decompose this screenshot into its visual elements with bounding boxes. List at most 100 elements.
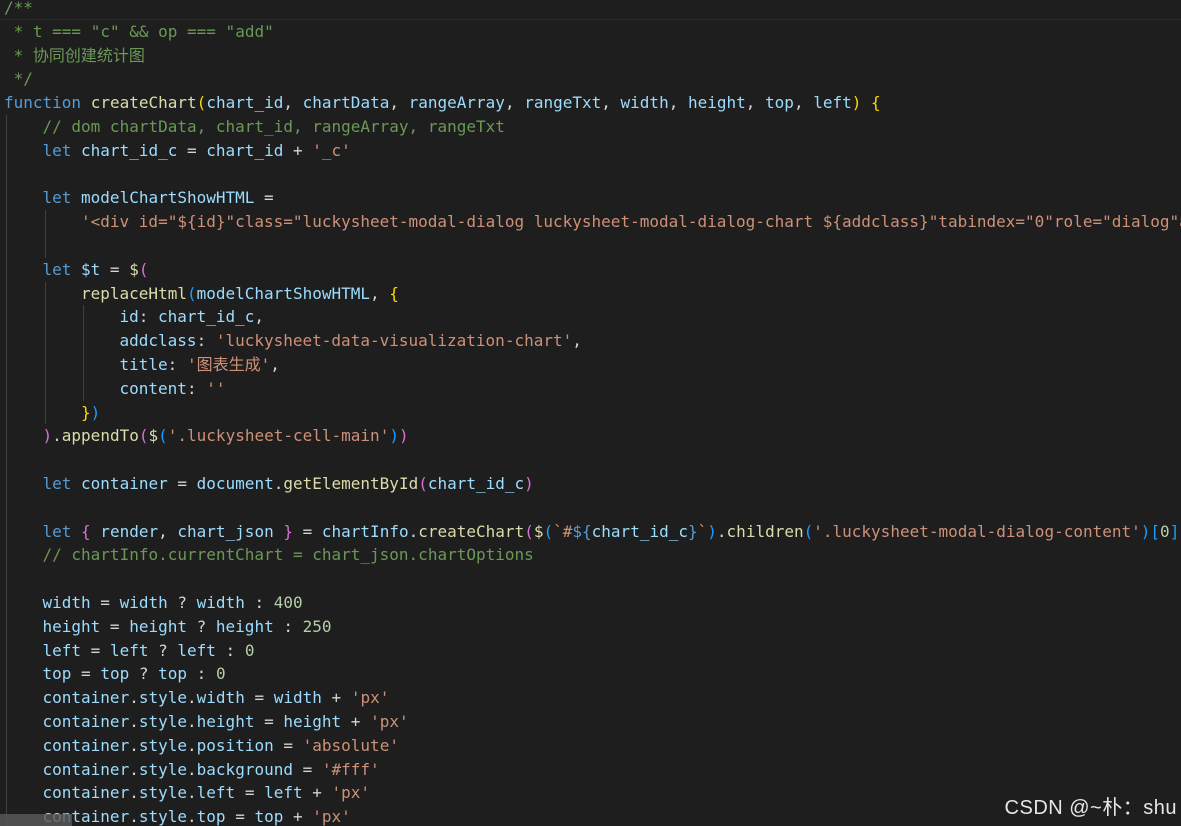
code-token: replaceHtml bbox=[81, 283, 187, 303]
code-token: : bbox=[187, 664, 216, 684]
code-token: = bbox=[177, 140, 207, 160]
code-token: '_c' bbox=[312, 140, 351, 160]
code-token: height bbox=[687, 93, 746, 113]
code-token: style bbox=[138, 688, 188, 708]
code-line: let { render, chart_json } = chartInfo.c… bbox=[43, 520, 1181, 544]
code-line: */ bbox=[4, 67, 33, 91]
code-token: chartData bbox=[302, 93, 390, 113]
code-line: ).appendTo($('.luckysheet-cell-main')) bbox=[43, 424, 409, 448]
code-token: . bbox=[408, 521, 419, 541]
code-line: let container = document.getElementById(… bbox=[43, 472, 534, 496]
code-token: . bbox=[52, 426, 62, 446]
code-token: = bbox=[167, 474, 197, 493]
code-token: chart_id_c bbox=[81, 140, 178, 160]
code-token: = bbox=[81, 640, 110, 660]
code-token: $ bbox=[129, 259, 139, 279]
code-token: height bbox=[129, 616, 187, 636]
code-token: container bbox=[42, 735, 130, 755]
code-line: id: chart_id_c, bbox=[120, 305, 265, 329]
code-token: top bbox=[100, 664, 130, 684]
code-line: content: '' bbox=[120, 377, 226, 401]
code-token: background bbox=[196, 759, 293, 779]
code-token: ? bbox=[187, 616, 216, 636]
code-token: children bbox=[726, 521, 804, 541]
code-line: /** bbox=[4, 0, 33, 20]
code-token: let bbox=[42, 474, 82, 493]
code-token: ) bbox=[42, 426, 53, 446]
code-token: $ bbox=[148, 426, 159, 446]
indent-guide bbox=[44, 281, 46, 425]
code-token: style bbox=[138, 807, 188, 826]
code-token: . bbox=[187, 807, 197, 826]
code-line: addclass: 'luckysheet-data-visualization… bbox=[120, 329, 582, 353]
code-token: ) bbox=[398, 426, 409, 446]
code-token: top bbox=[42, 664, 72, 684]
code-token: '图表生成' bbox=[186, 355, 271, 374]
code-token: style bbox=[138, 735, 188, 755]
code-token: * t === "c" && op === "add" bbox=[4, 21, 274, 41]
code-token: top bbox=[158, 664, 188, 684]
code-token: left bbox=[109, 640, 149, 660]
watermark: CSDN @~朴：shu bbox=[1004, 797, 1177, 819]
code-token: + bbox=[341, 712, 371, 731]
code-token: 'luckysheet-data-visualization-chart' bbox=[215, 331, 573, 351]
indent-guide bbox=[6, 115, 7, 826]
code-token: ( bbox=[158, 426, 168, 446]
code-line: let chart_id_c = chart_id + '_c' bbox=[43, 139, 351, 163]
code-line: replaceHtml(modelChartShowHTML, { bbox=[81, 282, 399, 306]
indent-guide bbox=[83, 305, 84, 401]
code-token: chart_id bbox=[206, 140, 284, 160]
code-line: // dom chartData, chart_id, rangeArray, … bbox=[43, 115, 505, 139]
code-token: createChart bbox=[90, 93, 197, 113]
code-token: style bbox=[138, 712, 188, 731]
code-token: width bbox=[196, 593, 245, 612]
code-token: ( bbox=[138, 259, 149, 279]
code-token: createChart bbox=[418, 521, 525, 541]
code-token: + bbox=[302, 783, 332, 803]
code-token: ( bbox=[803, 521, 814, 541]
code-token: 250 bbox=[302, 616, 332, 636]
code-token: + bbox=[321, 688, 351, 708]
code-token: content bbox=[119, 378, 187, 398]
code-token: ` bbox=[697, 521, 708, 541]
code-line: function createChart(chart_id, chartData… bbox=[4, 91, 881, 115]
code-token: style bbox=[138, 783, 188, 803]
code-token: 'absolute' bbox=[302, 735, 399, 755]
code-token: width bbox=[119, 593, 168, 612]
code-token: style bbox=[138, 759, 188, 779]
code-line: title: '图表生成', bbox=[120, 353, 280, 377]
code-token: { bbox=[871, 93, 881, 113]
horizontal-scrollbar[interactable] bbox=[0, 814, 72, 826]
code-token: getElementById bbox=[283, 474, 419, 493]
code-token: . bbox=[129, 735, 139, 755]
code-token: ( bbox=[543, 521, 554, 541]
code-token: width bbox=[42, 593, 91, 612]
code-line: * 协同创建统计图 bbox=[4, 44, 145, 68]
code-editor[interactable]: /** * t === "c" && op === "add" * 协同创建统计… bbox=[0, 0, 1181, 826]
code-token: ) bbox=[707, 521, 717, 541]
code-token: chartInfo bbox=[321, 521, 409, 541]
code-token: ( bbox=[186, 283, 197, 303]
code-token: . bbox=[273, 474, 284, 493]
code-token: '.luckysheet-modal-dialog-content' bbox=[813, 521, 1141, 541]
code-token: , bbox=[389, 93, 409, 113]
code-token: = bbox=[273, 735, 303, 755]
code-token: : bbox=[273, 616, 303, 636]
code-token: . bbox=[129, 712, 139, 731]
code-token: ( bbox=[196, 93, 207, 113]
code-token: chart_json bbox=[177, 521, 274, 541]
code-token: + bbox=[283, 807, 313, 826]
code-token: left bbox=[177, 640, 216, 660]
code-token: 0 bbox=[215, 664, 226, 684]
code-token: , bbox=[370, 283, 390, 303]
code-token: = bbox=[90, 593, 120, 612]
code-line: }) bbox=[81, 401, 100, 425]
code-token: height bbox=[42, 616, 101, 636]
code-line: top = top ? top : 0 bbox=[43, 662, 226, 686]
code-token: addclass bbox=[119, 331, 197, 351]
code-token: ? bbox=[148, 640, 178, 660]
code-token: */ bbox=[4, 69, 33, 89]
code-token: 0 bbox=[1160, 521, 1170, 541]
code-token: left bbox=[264, 783, 303, 803]
